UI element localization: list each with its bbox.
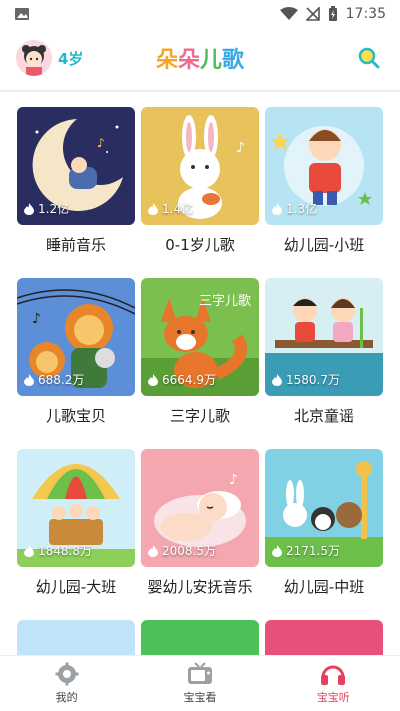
flame-icon [148,544,158,557]
play-count-value: 6664.9万 [162,373,216,387]
play-count: 1.4亿 [148,200,193,217]
play-count: 2171.5万 [272,542,340,559]
play-count-value: 1848.8万 [38,544,92,558]
album-card[interactable]: ♪ 688.2万 儿歌宝贝 [17,278,135,426]
album-card[interactable]: 1580.7万 北京童谣 [265,278,383,426]
tab-label: 我的 [55,691,78,704]
album-card[interactable]: ♪ 1.4亿 0-1岁儿歌 [141,107,259,255]
album-thumbnail: 1580.7万 [265,278,383,396]
album-thumbnail: ♪ 1.2亿 [17,107,135,225]
album-thumbnail: ♪ 1.4亿 [141,107,259,225]
search-button[interactable] [354,43,384,73]
album-card[interactable] [17,620,135,655]
play-count: 1580.7万 [272,371,340,388]
flame-icon [24,202,34,215]
app-header: 4岁 朵朵儿歌 [0,28,400,88]
album-title: 三字儿歌 [169,407,230,425]
play-count: 1.2亿 [24,200,69,217]
album-thumbnail: 三字儿歌 6664.9万 [141,278,259,396]
tab-listen[interactable]: 宝宝听 [267,656,400,711]
svg-text:♪: ♪ [229,472,238,488]
play-count-value: 1.4亿 [162,202,194,216]
tab-label: 宝宝看 [183,691,217,704]
play-count-value: 1580.7万 [286,373,340,387]
album-grid: ♪ 1.2亿 睡前音乐 ♪ 1.4亿 0-1岁儿歌 1.3亿 幼儿园-小班 ♪ … [17,107,385,655]
logo-char-1: 朵 [155,48,178,73]
flame-icon [148,373,158,386]
album-title: 0-1岁儿歌 [165,236,235,254]
battery-charging-icon [328,6,337,21]
play-count: 6664.9万 [148,371,216,388]
child-avatar-icon [16,40,52,76]
headphones-icon [321,665,346,685]
tab-mine[interactable]: 我的 [0,656,133,711]
album-title: 北京童谣 [293,407,354,425]
tv-icon [187,662,212,684]
wifi-icon [279,7,298,20]
album-card[interactable]: 1848.8万 幼儿园-大班 [17,449,135,597]
album-title: 睡前音乐 [45,236,106,254]
play-count-value: 688.2万 [38,373,85,387]
album-thumbnail: 1848.8万 [17,449,135,567]
play-count-value: 1.2亿 [38,202,70,216]
album-title: 儿歌宝贝 [45,407,106,425]
album-thumbnail: ♪ 2008.5万 [141,449,259,567]
album-card[interactable] [265,620,383,655]
svg-text:♪: ♪ [236,140,245,156]
header-divider [0,90,400,92]
thumbnail-caption: 三字儿歌 [198,294,251,309]
status-time: 17:35 [345,6,386,22]
play-count-value: 2008.5万 [162,544,216,558]
album-title: 幼儿园-小班 [283,236,365,254]
album-card[interactable]: 1.3亿 幼儿园-小班 [265,107,383,255]
album-title: 幼儿园-中班 [283,578,365,596]
age-label[interactable]: 4岁 [58,48,83,69]
search-icon [358,47,380,69]
album-card[interactable]: 三字儿歌 6664.9万 三字儿歌 [141,278,259,426]
album-thumbnail: ♪ 688.2万 [17,278,135,396]
play-count-value: 2171.5万 [286,544,340,558]
flame-icon [272,202,282,215]
play-count: 1.3亿 [272,200,317,217]
album-card[interactable] [141,620,259,655]
album-thumbnail: 1.3亿 [265,107,383,225]
album-thumbnail [265,620,383,655]
album-thumbnail [17,620,135,655]
avatar[interactable] [16,40,52,76]
flame-icon [272,544,282,557]
album-card[interactable]: ♪ 2008.5万 婴幼儿安抚音乐 [141,449,259,597]
tab-watch[interactable]: 宝宝看 [133,656,266,711]
album-card[interactable]: ♪ 1.2亿 睡前音乐 [17,107,135,255]
logo-char-4: 歌 [222,48,245,73]
album-title: 幼儿园-大班 [35,578,117,596]
logo-char-2: 朵 [177,48,200,73]
play-count-value: 1.3亿 [286,202,318,216]
image-notification-icon [15,8,29,20]
gear-icon [55,662,79,686]
svg-text:♪: ♪ [97,136,105,150]
no-signal-icon [305,7,320,21]
flame-icon [272,373,282,386]
play-count: 688.2万 [24,371,84,388]
tab-label: 宝宝听 [316,691,350,704]
flame-icon [24,544,34,557]
play-count: 1848.8万 [24,542,92,559]
flame-icon [148,202,158,215]
svg-text:♪: ♪ [32,311,41,327]
album-title: 婴幼儿安抚音乐 [147,578,253,596]
logo-char-3: 儿 [200,48,223,73]
album-card[interactable]: 2171.5万 幼儿园-中班 [265,449,383,597]
status-bar: 17:35 [0,0,400,28]
bottom-tab-bar: 我的 宝宝看 宝宝听 [0,655,400,711]
play-count: 2008.5万 [148,542,216,559]
flame-icon [24,373,34,386]
album-thumbnail: 2171.5万 [265,449,383,567]
album-thumbnail [141,620,259,655]
